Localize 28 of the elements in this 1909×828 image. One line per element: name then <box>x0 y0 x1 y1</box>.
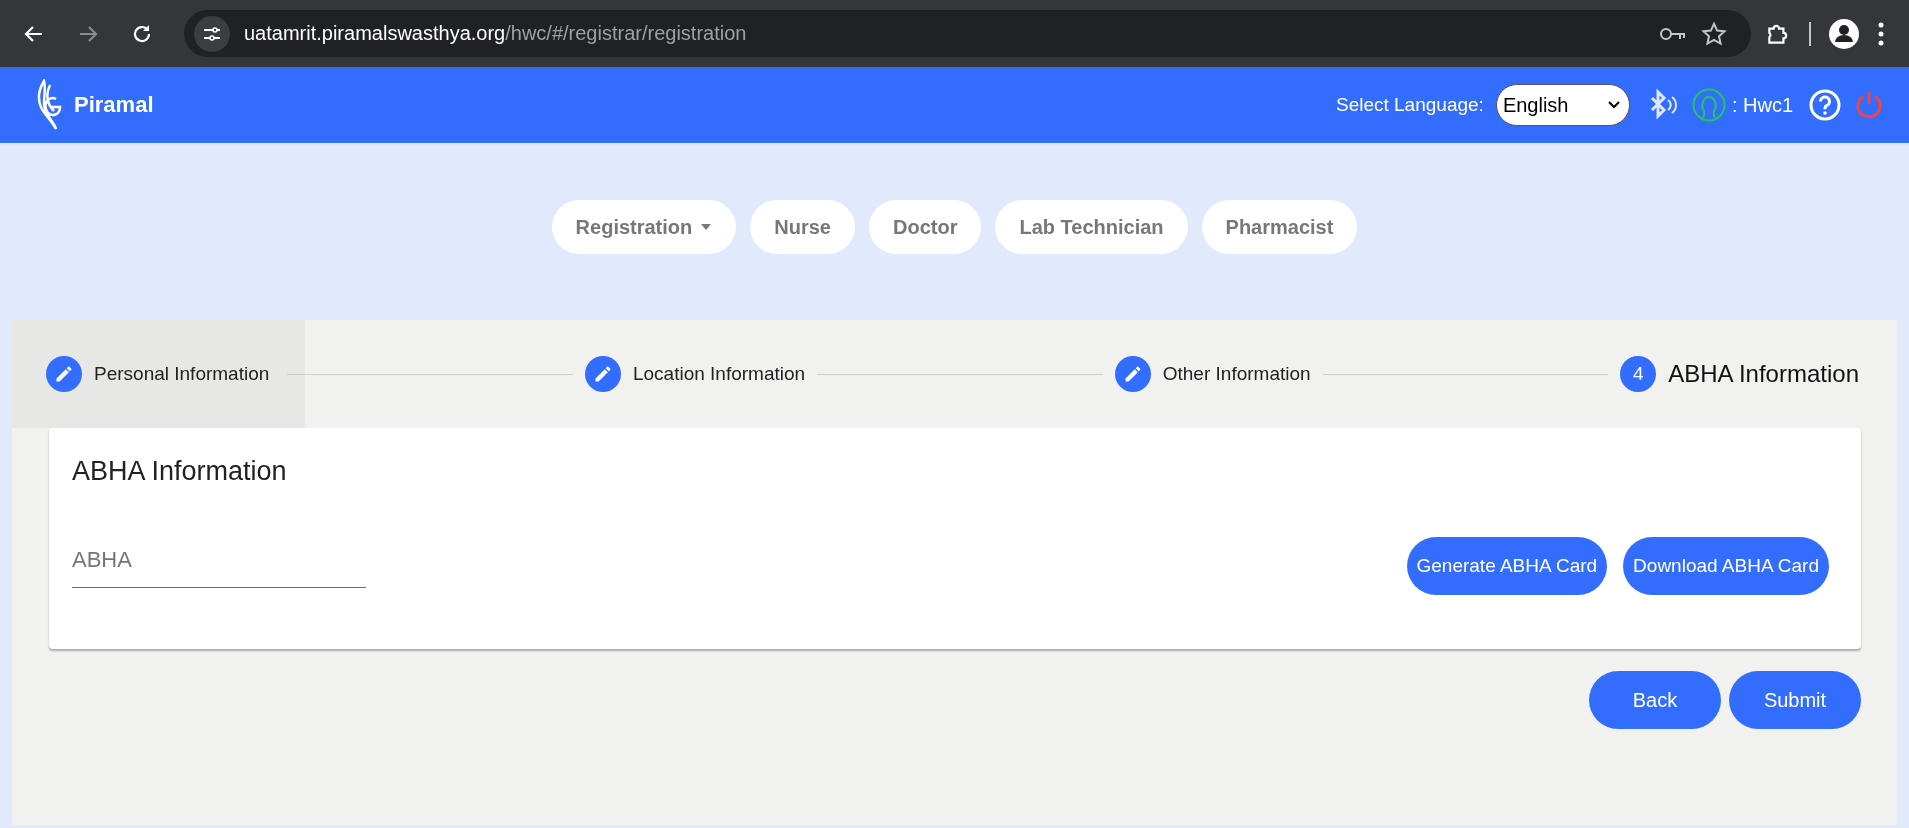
pencil-icon <box>54 364 74 384</box>
form-action-button[interactable]: Submit <box>1729 671 1861 729</box>
chevron-down-icon <box>1606 100 1621 110</box>
nav-tab[interactable]: Registration <box>551 200 737 254</box>
help-icon[interactable] <box>1809 89 1841 121</box>
stepper-step[interactable]: Other Information <box>1102 320 1323 428</box>
form-action-button[interactable]: Back <box>1589 671 1721 729</box>
stepper-step[interactable]: 4 ABHA Information <box>1608 320 1871 428</box>
language-label: Select Language: <box>1335 94 1484 116</box>
more-menu-icon[interactable] <box>1877 20 1885 47</box>
abha-card-button[interactable]: Generate ABHA Card <box>1406 537 1608 595</box>
nav-tab[interactable]: Nurse <box>750 200 855 254</box>
abha-input-field[interactable]: ABHA <box>72 533 366 588</box>
caret-down-icon <box>700 223 713 231</box>
user-name: : Hwc1 <box>1731 93 1793 117</box>
profile-avatar-icon[interactable] <box>1829 18 1859 49</box>
step-number: 4 <box>1620 356 1657 392</box>
brand-name: Piramal <box>74 92 154 118</box>
nav-tab[interactable]: Doctor <box>869 200 982 254</box>
user-outline-icon <box>1691 88 1726 122</box>
stepper-step[interactable]: Personal Information <box>12 320 306 428</box>
nav-tab[interactable]: Lab Technician <box>995 200 1188 254</box>
star-icon[interactable] <box>1701 20 1727 47</box>
abha-card-button[interactable]: Download ABHA Card <box>1623 537 1829 595</box>
nav-tab[interactable]: Pharmacist <box>1201 200 1358 254</box>
language-select[interactable]: English <box>1495 84 1630 126</box>
stepper-step[interactable]: Location Information <box>572 320 818 428</box>
card-title: ABHA Information <box>72 456 288 487</box>
